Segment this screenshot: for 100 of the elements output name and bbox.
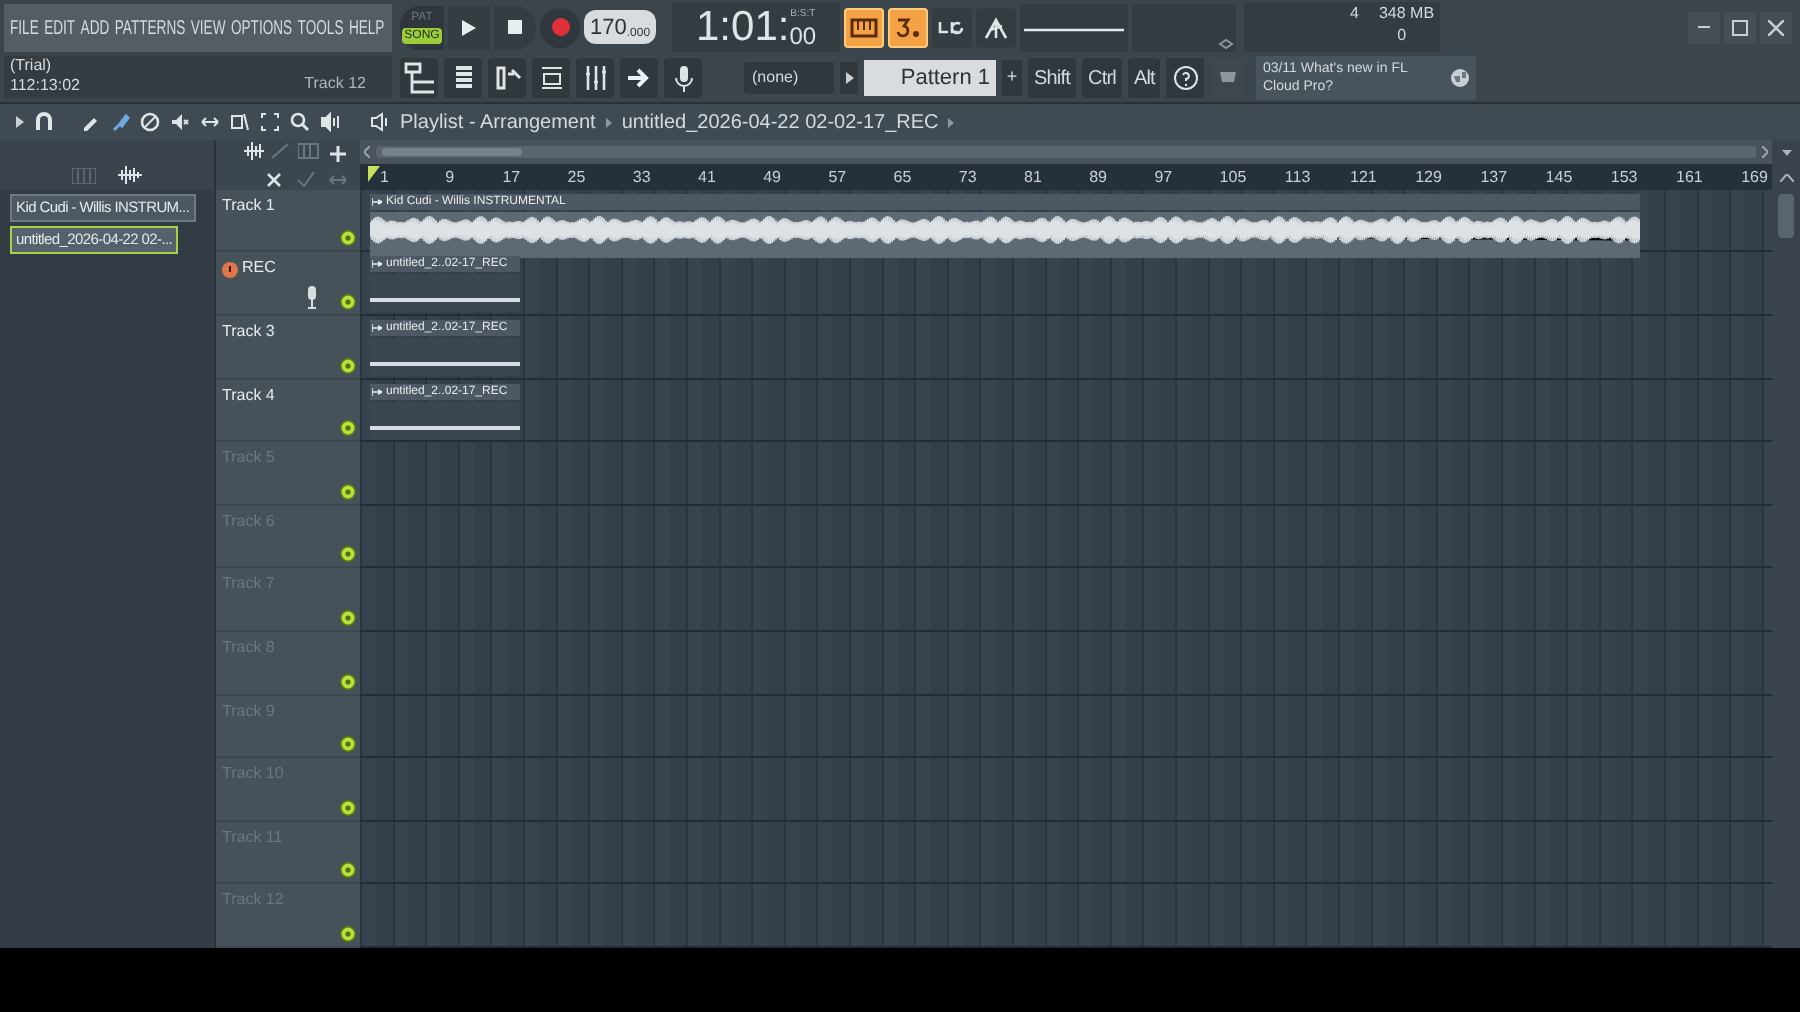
toggle-button[interactable] <box>888 7 929 47</box>
toggle-button[interactable] <box>976 7 1017 47</box>
toggle-button[interactable] <box>932 7 973 47</box>
track-enable-button[interactable] <box>340 610 356 627</box>
menu-item[interactable]: VIEW <box>190 13 226 43</box>
microphone-button[interactable] <box>664 58 702 98</box>
menu-item[interactable]: PATTERNS <box>114 13 186 43</box>
menu-item[interactable]: FILE <box>10 13 39 43</box>
arrow-icon <box>372 197 382 206</box>
bar-number: 9 <box>445 165 455 188</box>
track-enable-button[interactable] <box>340 736 356 753</box>
track-enable-button[interactable] <box>340 420 356 437</box>
pattern-arrow-button[interactable] <box>840 62 858 94</box>
bar-number: 97 <box>1154 165 1173 188</box>
track-name[interactable]: Track 3 <box>222 322 275 343</box>
pencil-icon[interactable] <box>80 112 100 132</box>
track-enable-button[interactable] <box>340 799 356 816</box>
vertical-scrollbar[interactable] <box>1778 194 1794 238</box>
piano-roll-button[interactable] <box>488 58 526 98</box>
magnet-icon[interactable] <box>34 112 54 132</box>
channel-rack-button[interactable] <box>444 58 482 98</box>
mute-icon[interactable] <box>170 112 190 132</box>
triangle-right-icon <box>845 72 853 84</box>
breadcrumb-text: untitled_2026-04-22 02-02-17_REC <box>621 109 939 137</box>
question-bubble-icon <box>1171 64 1200 92</box>
track-enable-button[interactable] <box>340 357 356 374</box>
browser-icon <box>403 62 435 94</box>
menu-item[interactable]: TOOLS <box>297 13 344 43</box>
pattern-field[interactable]: Pattern 1 <box>864 60 996 96</box>
minimize-button[interactable] <box>1688 11 1720 43</box>
help-button[interactable] <box>1166 58 1205 98</box>
menu-item[interactable]: OPTIONS <box>230 13 293 43</box>
prohibit-icon[interactable] <box>140 112 160 132</box>
menu-item[interactable]: ADD <box>80 13 110 43</box>
cpu-memory-monitor: 4 348 MB 0 <box>1244 2 1441 52</box>
arrow-icon <box>372 387 382 396</box>
horizontal-scrollbar[interactable] <box>376 145 1756 158</box>
track-enable-button[interactable] <box>340 483 356 500</box>
restore-button[interactable] <box>1724 11 1756 43</box>
modifier-key-button[interactable]: Shift <box>1028 58 1077 98</box>
bar-number: 49 <box>763 165 781 188</box>
stop-button[interactable] <box>494 5 536 49</box>
close-icon <box>1768 19 1784 35</box>
modifier-key-button[interactable]: Alt <box>1127 58 1161 98</box>
menu-item[interactable]: HELP <box>348 13 385 43</box>
select-icon[interactable] <box>260 112 280 132</box>
hint-time: 112:13:02 <box>10 76 80 96</box>
bar-number: 169 <box>1741 165 1768 188</box>
track-enable-button[interactable] <box>340 546 356 563</box>
modifier-key-button[interactable]: Ctrl <box>1082 58 1122 98</box>
paint-brush-icon[interactable] <box>110 112 130 132</box>
hint-text: Track 12 <box>304 72 366 96</box>
speaker-icon[interactable] <box>370 112 390 132</box>
record-arm-icon[interactable] <box>222 262 238 279</box>
menu-item[interactable]: EDIT <box>44 13 76 43</box>
bar-number: 129 <box>1415 165 1442 188</box>
bar-number: 65 <box>893 165 912 188</box>
track-enable-button[interactable] <box>340 926 356 942</box>
mixer-button[interactable] <box>576 58 614 98</box>
waveform-icon[interactable] <box>242 142 266 163</box>
playback-icon[interactable] <box>320 112 340 132</box>
toggle-button[interactable] <box>844 7 885 47</box>
scroll-up-icon[interactable] <box>1779 173 1793 181</box>
triangle-right-icon <box>605 117 612 127</box>
add-pattern-button[interactable]: + <box>1002 60 1022 96</box>
bar-number: 41 <box>698 165 716 188</box>
track-name[interactable]: Track 1 <box>222 195 275 216</box>
record-icon <box>551 18 569 36</box>
bar-number: 25 <box>567 165 586 188</box>
track-name[interactable]: Track 4 <box>222 385 275 406</box>
scroll-left-icon[interactable] <box>364 145 370 158</box>
play-button[interactable] <box>448 5 490 49</box>
playhead-marker[interactable] <box>368 165 380 182</box>
track-enable-button[interactable] <box>340 862 356 879</box>
bar-number: 153 <box>1610 165 1638 188</box>
bar-number: 1 <box>380 165 389 188</box>
globe-icon <box>1450 68 1471 88</box>
pattern-selector[interactable]: (none) <box>744 62 834 94</box>
close-button[interactable] <box>1760 11 1792 43</box>
version-label: (Trial) <box>10 56 54 76</box>
track-enable-button[interactable] <box>340 230 356 247</box>
arrow-icon <box>372 324 382 333</box>
bar-number: 81 <box>1024 165 1042 188</box>
triangle-right-icon <box>16 116 24 128</box>
slip-icon[interactable] <box>200 112 220 132</box>
microphone-icon[interactable] <box>304 286 320 311</box>
track-name[interactable]: REC <box>242 258 276 279</box>
dropdown-arrow-icon[interactable] <box>1781 149 1791 155</box>
track-enable-button[interactable] <box>340 294 356 311</box>
bar-number: 33 <box>632 165 651 188</box>
window-title: Playlist - Arrangement <box>400 109 596 137</box>
scroll-right-icon[interactable] <box>1762 145 1768 158</box>
plus-icon[interactable] <box>328 144 352 165</box>
bar-number: 121 <box>1350 165 1377 188</box>
check-icon[interactable] <box>296 169 320 190</box>
playlist-button[interactable] <box>532 58 570 98</box>
track-enable-button[interactable] <box>340 673 356 690</box>
zoom-icon[interactable] <box>290 112 310 132</box>
browser-button[interactable] <box>400 58 438 98</box>
arrow-right-button[interactable] <box>620 58 658 98</box>
